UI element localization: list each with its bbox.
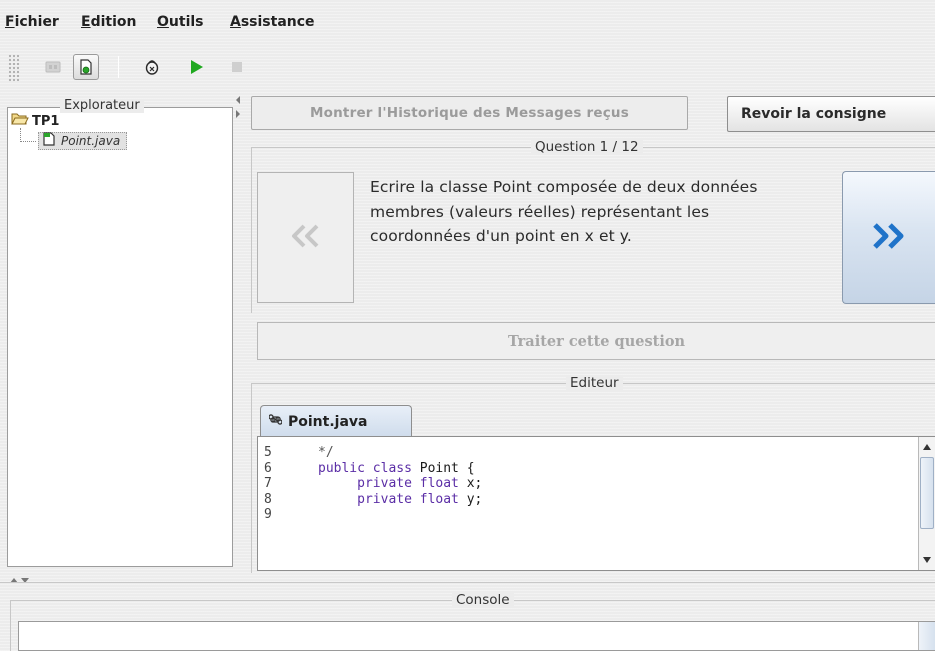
menu-outils[interactable]: Outils [157, 14, 204, 30]
editor-tab-label: Point.java [288, 413, 368, 430]
double-chevron-right-icon [869, 222, 909, 254]
scroll-up-button[interactable] [919, 439, 935, 455]
tree-node-point-java[interactable]: Point.java [38, 131, 128, 151]
code-line: public class Point { [318, 461, 482, 477]
run-icon [187, 58, 205, 76]
code-line: private float y; [318, 492, 482, 508]
menu-assistance[interactable]: Assistance [230, 14, 315, 30]
line-number: 7 [264, 476, 272, 491]
explorer-panel: TP1 Point.java [5, 94, 243, 570]
code-line: */ [318, 445, 482, 461]
line-number: 5 [264, 445, 272, 460]
split-divider[interactable] [0, 582, 935, 583]
toolbar [0, 42, 935, 90]
java-file-icon [41, 131, 57, 151]
code-keyword: private float [318, 476, 459, 491]
code-line: private float x; [318, 476, 482, 492]
explorer-tree[interactable]: TP1 Point.java [7, 107, 233, 567]
process-question-button[interactable]: Traiter cette question [257, 322, 935, 360]
toolbar-grip[interactable] [8, 54, 20, 82]
line-number: 8 [264, 491, 272, 507]
next-question-button[interactable] [842, 171, 935, 304]
explorer-title: Explorateur [60, 99, 144, 113]
command-icon [268, 413, 283, 430]
line-number: 9 [264, 507, 272, 522]
question-text: Ecrire la classe Point composée de deux … [370, 178, 758, 245]
line-number: 6 [264, 460, 272, 476]
save-button[interactable] [73, 54, 99, 80]
triangle-down-icon [922, 553, 932, 568]
line-number-gutter: 5 6 7 8 9 [264, 445, 304, 523]
console-scrollbar[interactable] [918, 622, 935, 650]
stop-button[interactable] [224, 54, 250, 80]
double-chevron-left-icon [289, 223, 323, 253]
debug-button[interactable] [139, 54, 165, 80]
code-keyword: public class [318, 460, 412, 476]
triangle-up-icon [922, 440, 932, 455]
stop-disabled-icon [44, 59, 62, 75]
previous-question-button[interactable] [257, 172, 354, 303]
code-editor[interactable]: 5 6 7 8 9 */ public class Point { privat… [257, 437, 935, 571]
console-title: Console [452, 593, 514, 607]
console-output[interactable] [18, 621, 935, 651]
code-keyword: private float [318, 491, 459, 507]
tree-connector [20, 128, 36, 142]
stop-icon [230, 60, 244, 74]
tree-file-label: Point.java [61, 134, 121, 148]
question-counter: Question 1 / 12 [531, 140, 643, 154]
toolbar-separator [118, 56, 119, 78]
editor-scrollbar[interactable] [918, 437, 935, 570]
splitter-handle[interactable] [234, 94, 242, 120]
code-token: y; [458, 491, 483, 507]
save-icon [77, 58, 95, 76]
run-button[interactable] [183, 54, 209, 80]
menu-bar: Fichier Edition Outils Assistance [0, 0, 935, 40]
debug-icon [143, 58, 161, 76]
scroll-thumb[interactable] [920, 457, 934, 529]
stop-disabled-button[interactable] [40, 54, 66, 80]
editor-title: Editeur [566, 376, 623, 390]
tree-root-label: TP1 [32, 113, 60, 129]
review-instructions-button[interactable]: Revoir la consigne [727, 96, 935, 132]
show-history-button[interactable]: Montrer l'Historique des Messages reçus [251, 96, 688, 130]
code-comment: */ [318, 445, 334, 460]
tab-point-java[interactable]: Point.java [260, 405, 412, 437]
scroll-down-button[interactable] [919, 552, 935, 568]
menu-fichier[interactable]: Fichier [5, 14, 59, 30]
code-token: Point { [411, 460, 475, 476]
menu-edition[interactable]: Edition [81, 14, 136, 30]
code-text[interactable]: */ public class Point { private float x;… [318, 445, 482, 523]
code-token: x; [458, 476, 483, 491]
